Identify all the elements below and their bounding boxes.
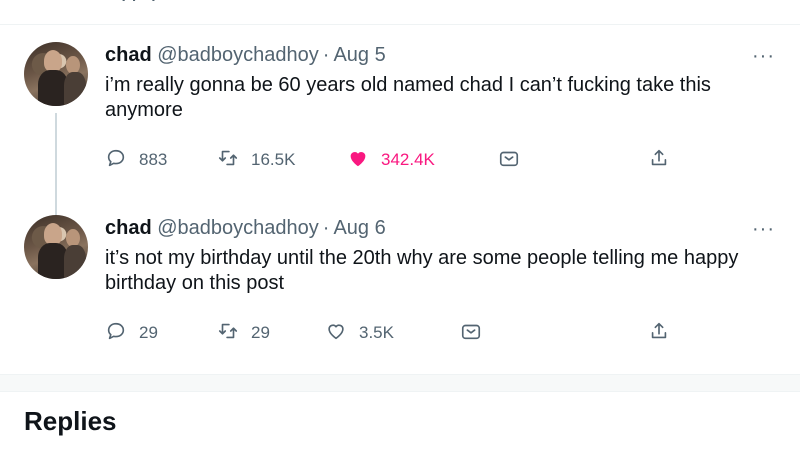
more-icon[interactable]: ···: [752, 46, 775, 66]
share-button[interactable]: [648, 318, 670, 348]
reply-count: 883: [139, 150, 168, 169]
heart-icon: [347, 147, 369, 174]
cutoff-ellipsis: ·· ·: [120, 0, 160, 12]
tweet-actions: 883 16.5K 342.4K: [105, 145, 705, 175]
tweet-text: it’s not my birthday until the 20th why …: [105, 247, 739, 294]
reply-icon: [105, 320, 127, 347]
more-icon[interactable]: ···: [752, 219, 775, 239]
avatar[interactable]: [24, 42, 88, 106]
heart-icon: [325, 320, 347, 347]
reply-count: 29: [139, 323, 158, 342]
replies-heading: Replies: [24, 406, 117, 436]
tweet-actions: 29 29 3.5K: [105, 318, 705, 348]
tweet-header: chad @badboychadhoy · Aug 5: [105, 43, 386, 67]
like-button[interactable]: 342.4K: [347, 145, 435, 175]
share-button[interactable]: [648, 145, 670, 175]
bookmark-icon: [498, 147, 520, 174]
retweet-button[interactable]: 29: [217, 318, 270, 348]
tweet-date[interactable]: Aug 6: [333, 217, 385, 239]
avatar-figure: [64, 72, 86, 106]
share-icon: [648, 147, 670, 174]
retweet-icon: [217, 147, 239, 174]
avatar-figure: [64, 245, 86, 279]
header-separator: ·: [322, 217, 330, 239]
tweet-item[interactable]: chad @badboychadhoy · Aug 6 ··· it’s not m…: [0, 199, 800, 374]
user-handle[interactable]: @badboychadhoy: [157, 217, 319, 239]
avatar-figure: [44, 50, 62, 72]
avatar[interactable]: [24, 215, 88, 279]
retweet-count: 16.5K: [251, 150, 296, 169]
retweet-icon: [217, 320, 239, 347]
header-separator: ·: [322, 44, 330, 66]
like-button[interactable]: 3.5K: [325, 318, 394, 348]
avatar-figure: [44, 223, 62, 245]
display-name[interactable]: chad: [105, 217, 152, 239]
previous-tweet-cutoff: ·· ·: [0, 0, 800, 25]
retweet-button[interactable]: 16.5K: [217, 145, 295, 175]
reply-button[interactable]: 883: [105, 145, 167, 175]
tweet-date[interactable]: Aug 5: [333, 44, 385, 66]
reply-button[interactable]: 29: [105, 318, 158, 348]
tweet-item[interactable]: chad @badboychadhoy · Aug 5 ··· i’m really…: [0, 24, 800, 235]
like-count: 342.4K: [381, 150, 435, 169]
like-count: 3.5K: [359, 323, 394, 342]
bookmark-icon: [460, 320, 482, 347]
tweet-text: i’m really gonna be 60 years old named c…: [105, 74, 711, 121]
share-icon: [648, 320, 670, 347]
reply-icon: [105, 147, 127, 174]
user-handle[interactable]: @badboychadhoy: [157, 44, 319, 66]
tweet-header: chad @badboychadhoy · Aug 6: [105, 216, 386, 240]
section-divider: [0, 374, 800, 392]
bookmark-button[interactable]: [498, 145, 520, 175]
bookmark-button[interactable]: [460, 318, 482, 348]
display-name[interactable]: chad: [105, 44, 152, 66]
retweet-count: 29: [251, 323, 270, 342]
